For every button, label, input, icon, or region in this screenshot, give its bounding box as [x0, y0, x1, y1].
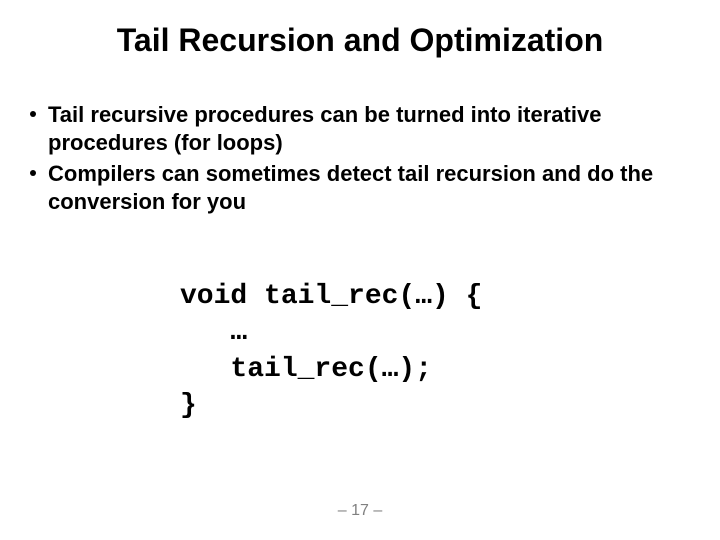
bullet-dot-icon [30, 170, 36, 176]
code-block: void tail_rec(…) { … tail_rec(…); } [180, 279, 720, 425]
code-line: … [180, 317, 247, 348]
code-line: tail_rec(…); [180, 354, 432, 385]
bullet-list: Tail recursive procedures can be turned … [0, 101, 720, 215]
bullet-item: Compilers can sometimes detect tail recu… [30, 160, 680, 215]
slide-title: Tail Recursion and Optimization [0, 0, 720, 59]
bullet-text: Compilers can sometimes detect tail recu… [48, 160, 680, 215]
bullet-dot-icon [30, 111, 36, 117]
page-number: – 17 – [0, 502, 720, 520]
bullet-item: Tail recursive procedures can be turned … [30, 101, 680, 156]
bullet-text: Tail recursive procedures can be turned … [48, 101, 680, 156]
slide: Tail Recursion and Optimization Tail rec… [0, 0, 720, 540]
code-line: void tail_rec(…) { [180, 281, 482, 312]
code-line: } [180, 390, 197, 421]
